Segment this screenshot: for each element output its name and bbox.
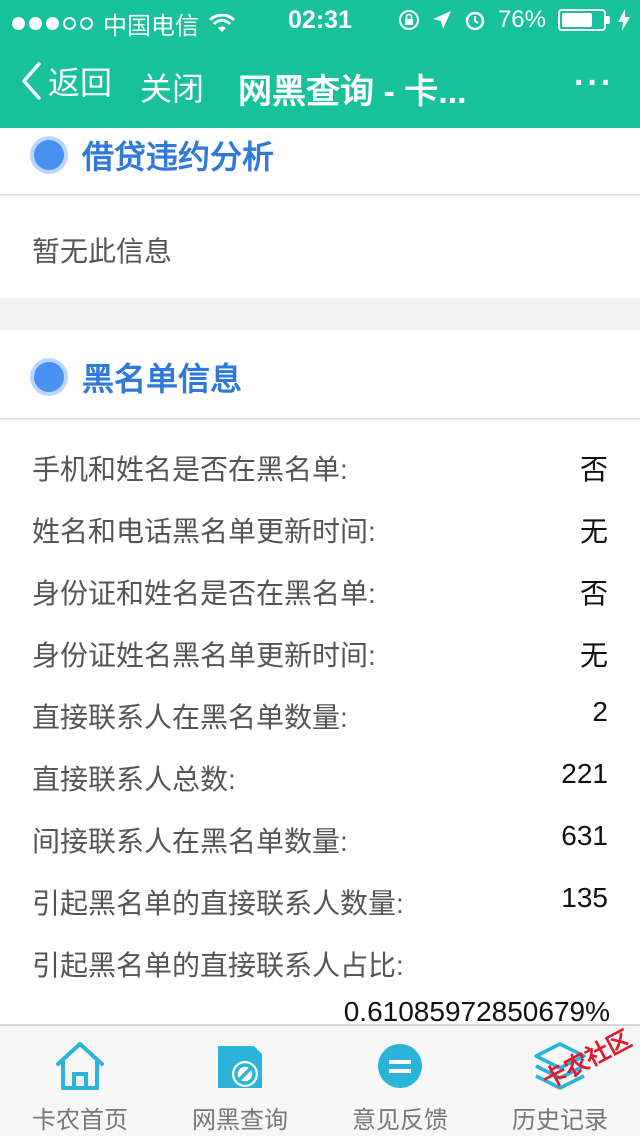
info-row: 引起黑名单的直接联系人占比: 0.61085972850679% bbox=[0, 918, 640, 1038]
row-label: 引起黑名单的直接联系人数量: bbox=[32, 888, 404, 919]
info-row: 手机和姓名是否在黑名单: 否 bbox=[0, 422, 640, 485]
tab-blacklist-query[interactable]: 网黑查询 bbox=[160, 1026, 320, 1136]
info-row: 姓名和电话黑名单更新时间: 无 bbox=[0, 484, 640, 547]
blacklist-section: 黑名单信息 手机和姓名是否在黑名单: 否 姓名和电话黑名单更新时间: 无 身份证… bbox=[0, 330, 640, 1027]
location-arrow-icon bbox=[432, 11, 451, 29]
section-bullet-icon bbox=[30, 136, 68, 174]
info-row: 身份证和姓名是否在黑名单: 否 bbox=[0, 546, 640, 609]
section-bullet-icon bbox=[30, 358, 68, 396]
row-label: 姓名和电话黑名单更新时间: bbox=[32, 516, 376, 547]
row-value: 135 bbox=[561, 882, 608, 913]
info-row: 引起黑名单的直接联系人数量: 135 bbox=[0, 856, 640, 919]
blacklist-rows: 手机和姓名是否在黑名单: 否 姓名和电话黑名单更新时间: 无 身份证和姓名是否在… bbox=[0, 422, 640, 1038]
row-label: 身份证和姓名是否在黑名单: bbox=[32, 578, 376, 609]
row-label: 手机和姓名是否在黑名单: bbox=[32, 454, 348, 485]
alarm-clock-icon bbox=[465, 11, 485, 31]
rotation-lock-icon bbox=[398, 10, 419, 30]
tab-feedback[interactable]: 意见反馈 bbox=[320, 1026, 480, 1136]
tab-label: 卡农首页 bbox=[32, 1107, 128, 1134]
section-title: 借贷违约分析 bbox=[82, 139, 275, 175]
section-header: 借贷违约分析 bbox=[0, 128, 640, 196]
row-label: 直接联系人总数: bbox=[32, 764, 236, 795]
blacklist-query-icon bbox=[218, 1046, 262, 1088]
row-label: 间接联系人在黑名单数量: bbox=[32, 826, 348, 857]
row-value: 否 bbox=[579, 578, 608, 609]
battery-icon bbox=[558, 9, 610, 31]
row-value: 否 bbox=[579, 454, 608, 485]
row-label: 直接联系人在黑名单数量: bbox=[32, 702, 348, 733]
tab-label: 意见反馈 bbox=[352, 1107, 448, 1134]
page-title: 网黑查询 - 卡... bbox=[238, 73, 467, 111]
row-value: 631 bbox=[561, 820, 608, 851]
row-label: 引起黑名单的直接联系人占比: bbox=[32, 950, 404, 981]
back-button[interactable]: 返回 bbox=[20, 58, 112, 104]
tab-label: 网黑查询 bbox=[192, 1107, 288, 1134]
row-label: 身份证姓名黑名单更新时间: bbox=[32, 640, 376, 671]
row-value: 221 bbox=[561, 758, 608, 789]
battery-percent: 76% bbox=[497, 6, 546, 33]
close-button[interactable]: 关闭 bbox=[140, 64, 204, 110]
section-title: 黑名单信息 bbox=[82, 361, 243, 397]
navigation-bar: 返回 关闭 网黑查询 - 卡... ··· bbox=[0, 40, 640, 128]
info-row: 直接联系人总数: 221 bbox=[0, 732, 640, 795]
row-value: 无 bbox=[579, 640, 608, 671]
tab-home[interactable]: 卡农首页 bbox=[0, 1026, 160, 1136]
feedback-icon bbox=[378, 1044, 422, 1088]
section-header: 黑名单信息 bbox=[0, 330, 640, 420]
loan-default-section: 借贷违约分析 暂无此信息 bbox=[0, 128, 640, 298]
row-value: 2 bbox=[592, 696, 608, 727]
battery-fill bbox=[562, 13, 593, 27]
more-button[interactable]: ··· bbox=[574, 64, 614, 103]
home-icon bbox=[56, 1042, 104, 1090]
row-value: 无 bbox=[579, 516, 608, 547]
info-row: 直接联系人在黑名单数量: 2 bbox=[0, 670, 640, 733]
status-bar: 中国电信 02:31 76% bbox=[0, 0, 640, 40]
back-label: 返回 bbox=[48, 65, 113, 101]
tab-label: 历史记录 bbox=[512, 1107, 608, 1134]
charging-bolt-icon bbox=[618, 9, 630, 31]
empty-message: 暂无此信息 bbox=[32, 236, 173, 267]
chevron-left-icon bbox=[22, 62, 41, 100]
info-row: 间接联系人在黑名单数量: 631 bbox=[0, 794, 640, 857]
info-row: 身份证姓名黑名单更新时间: 无 bbox=[0, 608, 640, 671]
top-bar: 中国电信 02:31 76% 返回 关闭 网黑查询 - 卡... ··· bbox=[0, 0, 640, 128]
